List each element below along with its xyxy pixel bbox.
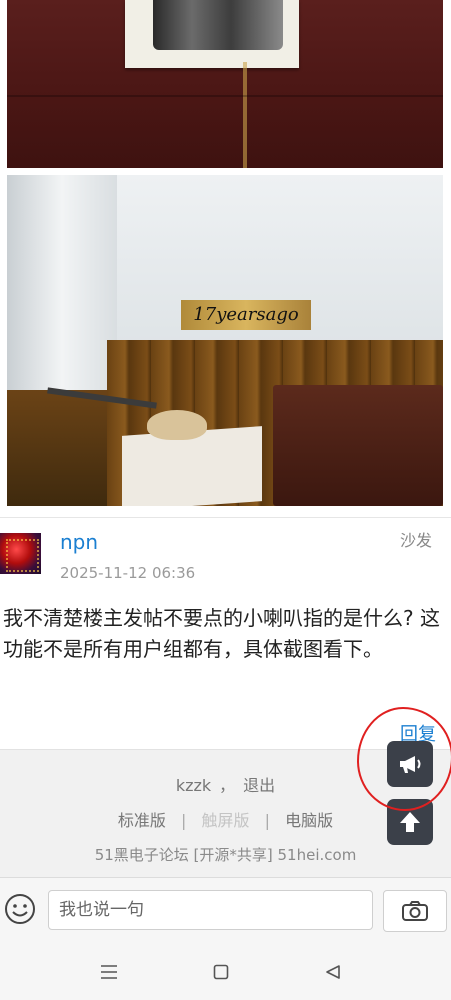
back-triangle-icon [326,965,340,979]
avatar[interactable] [0,533,41,574]
footer-comma: ， [219,776,236,795]
comment-input[interactable] [48,890,373,930]
menu-icon [101,965,117,979]
photo-wood-left [7,390,117,506]
footer-separator: | [264,811,270,830]
footer-view-switch: 标准版 | 触屏版 | 电脑版 [0,807,451,831]
photo-grain [7,95,443,97]
desktop-view-link[interactable]: 电脑版 [285,811,333,830]
camera-button[interactable] [383,890,447,932]
home-square-icon [213,964,229,980]
desk-corner-photo[interactable]: 17yearsago [7,175,443,506]
floor-label: 沙发 [400,531,433,550]
touch-view-link: 触屏版 [201,811,250,830]
phone-repair-photo[interactable] [7,0,443,168]
photo-seam [243,62,247,168]
annotation-circle [357,707,451,811]
home-button[interactable] [206,959,236,985]
photo-phone [153,0,283,50]
photo-fan [147,410,207,440]
menu-button[interactable] [94,959,124,985]
photo-sign: 17yearsago [181,300,311,330]
standard-view-link[interactable]: 标准版 [118,811,166,830]
smiley-icon[interactable] [4,893,36,925]
footer-username[interactable]: kzzk [176,776,211,795]
photo-pillar [7,175,117,390]
footer-site-name[interactable]: 51黑电子论坛 [开源*共享] 51hei.com [0,844,451,865]
footer-separator: | [181,811,187,830]
post-content: 我不清楚楼主发帖不要点的小喇叭指的是什么? 这功能不是所有用户组都有，具体截图看… [3,606,440,661]
post-divider [0,517,451,518]
post-timestamp: 2025-11-12 06:36 [60,564,196,582]
post-username[interactable]: npn [60,530,98,554]
back-button[interactable] [318,959,348,985]
arrow-up-icon [400,812,420,832]
comment-bar [0,877,451,946]
camera-icon [402,901,428,921]
system-nav-bar [0,945,451,1000]
logout-link[interactable]: 退出 [243,776,275,795]
photo-wooden-board [273,385,443,506]
